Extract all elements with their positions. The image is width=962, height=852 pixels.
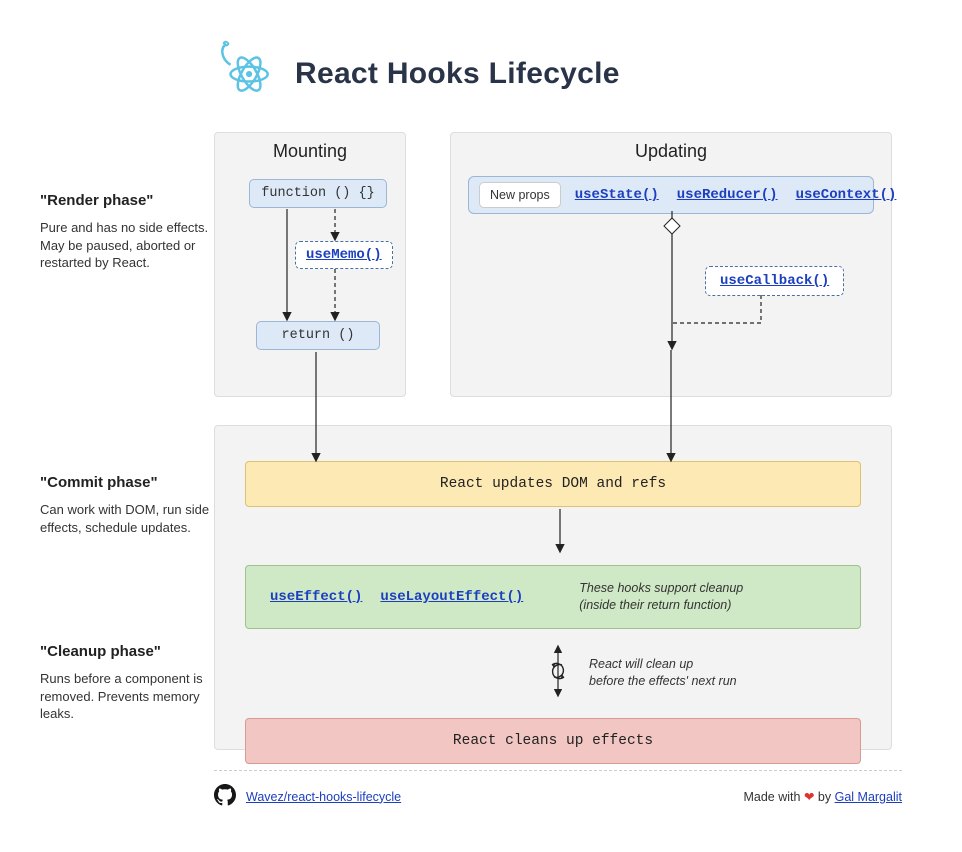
repo-link[interactable]: Wavez/react-hooks-lifecycle bbox=[246, 790, 401, 804]
usememo-hook[interactable]: useMemo() bbox=[295, 241, 393, 269]
author-link[interactable]: Gal Margalit bbox=[835, 790, 902, 804]
render-phase-label: "Render phase" Pure and has no side effe… bbox=[40, 192, 220, 272]
mounting-title: Mounting bbox=[215, 133, 405, 166]
header: React Hooks Lifecycle bbox=[215, 40, 922, 107]
effects-bar: useEffect() useLayoutEffect() These hook… bbox=[245, 565, 861, 629]
usecontext-hook[interactable]: useContext() bbox=[796, 187, 897, 203]
react-cleans-up-bar: React cleans up effects bbox=[245, 718, 861, 764]
effects-cleanup-note: These hooks support cleanup (inside thei… bbox=[579, 580, 743, 614]
cycle-row: React will clean up before the effects' … bbox=[545, 643, 861, 704]
usecallback-hook[interactable]: useCallback() bbox=[705, 266, 844, 296]
footer: Wavez/react-hooks-lifecycle Made with ❤ … bbox=[214, 784, 902, 809]
page-title: React Hooks Lifecycle bbox=[295, 57, 620, 91]
new-props-box: New props bbox=[479, 182, 561, 208]
useeffect-hook[interactable]: useEffect() bbox=[270, 589, 362, 605]
arrow-dom-to-effects bbox=[245, 501, 923, 571]
updating-panel: Updating New props useState() useReducer… bbox=[450, 132, 892, 397]
cycle-note: React will clean up before the effects' … bbox=[589, 656, 737, 690]
react-logo-icon bbox=[215, 40, 277, 107]
mounting-panel: Mounting function () {} useMemo() return… bbox=[214, 132, 406, 397]
usestate-hook[interactable]: useState() bbox=[575, 187, 659, 203]
usereducer-hook[interactable]: useReducer() bbox=[677, 187, 778, 203]
react-updates-dom-bar: React updates DOM and refs bbox=[245, 461, 861, 507]
uselayouteffect-hook[interactable]: useLayoutEffect() bbox=[380, 589, 523, 605]
function-box: function () {} bbox=[249, 179, 387, 208]
heart-icon: ❤ bbox=[804, 790, 814, 804]
commit-panel: React updates DOM and refs useEffect() u… bbox=[214, 425, 892, 750]
updating-title: Updating bbox=[451, 133, 891, 166]
commit-phase-label: "Commit phase" Can work with DOM, run si… bbox=[40, 474, 220, 536]
github-icon bbox=[214, 784, 236, 809]
return-box: return () bbox=[256, 321, 380, 350]
cleanup-phase-label: "Cleanup phase" Runs before a component … bbox=[40, 643, 220, 723]
cycle-icon bbox=[545, 643, 571, 704]
footer-credit: Made with ❤ by Gal Margalit bbox=[743, 789, 902, 804]
updating-triggers-row: New props useState() useReducer() useCon… bbox=[468, 176, 874, 214]
footer-separator bbox=[214, 770, 902, 771]
